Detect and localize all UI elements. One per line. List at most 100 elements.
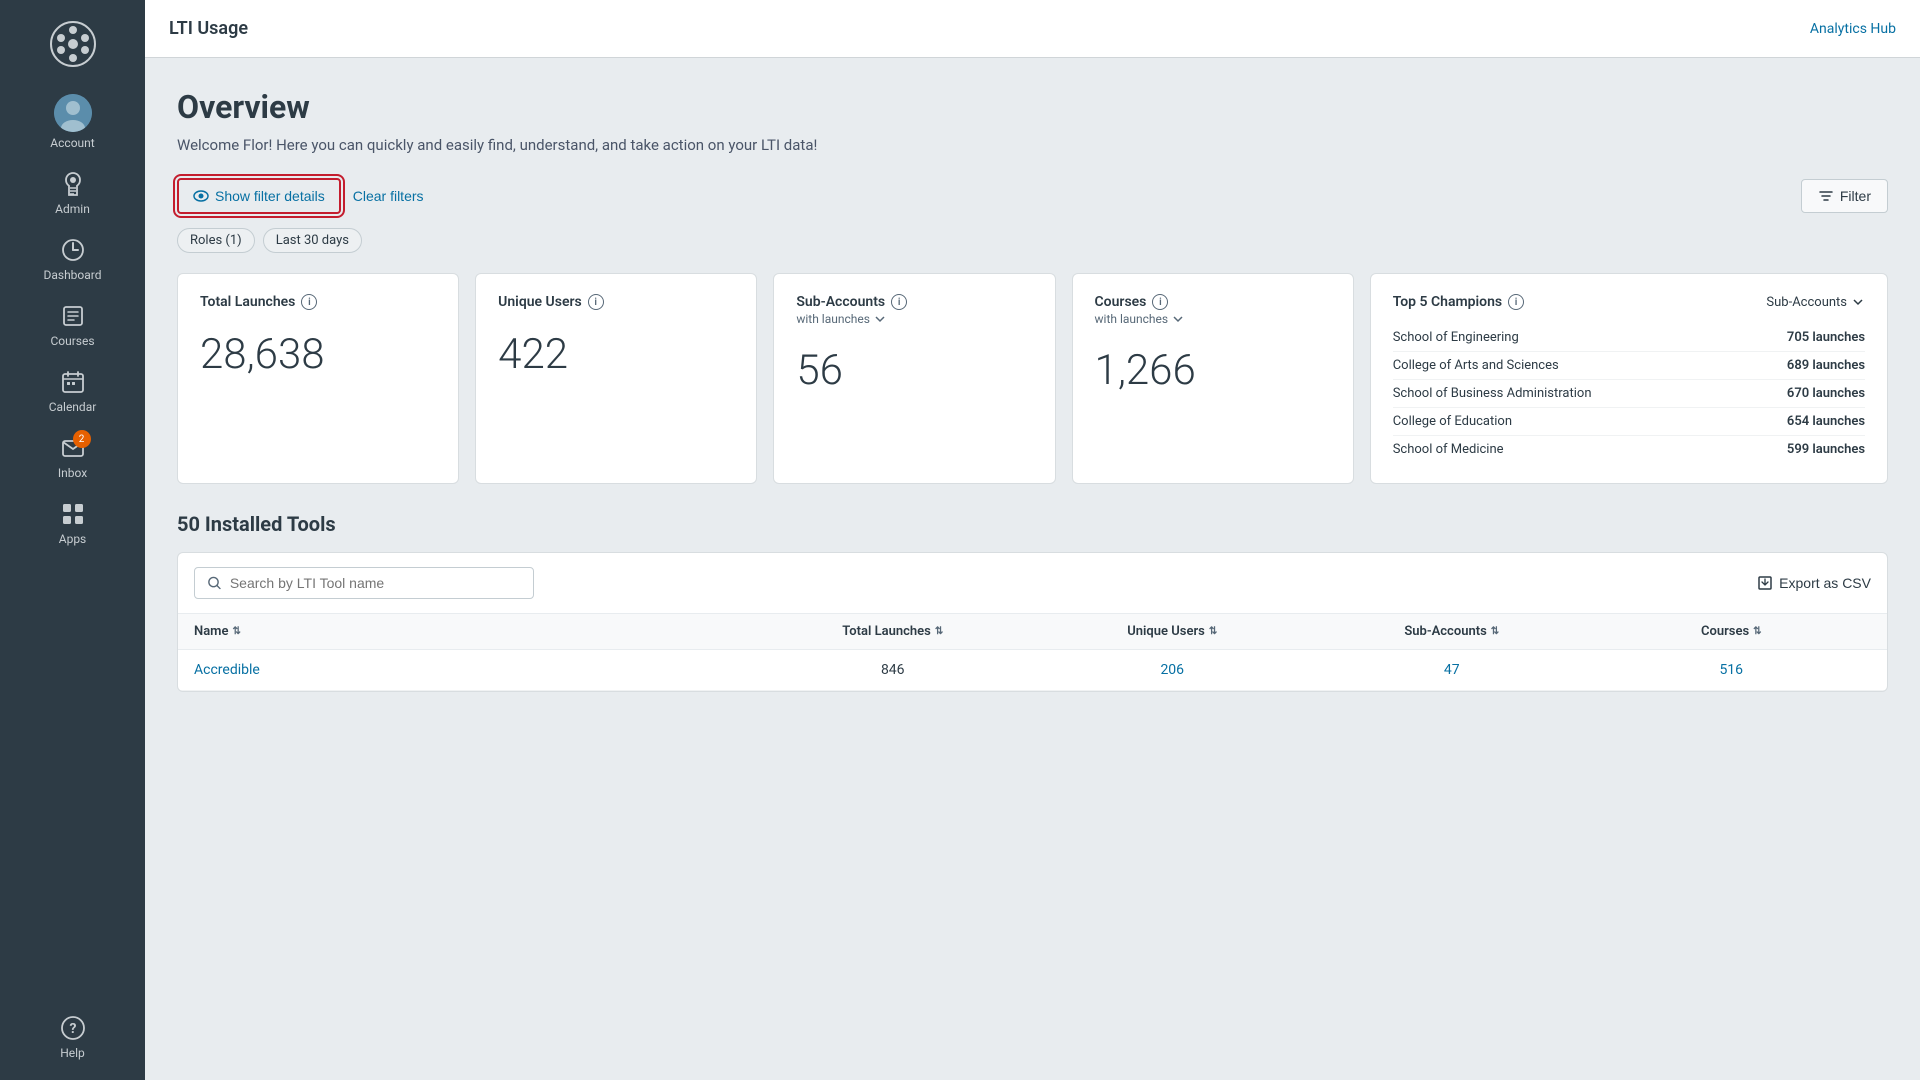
sidebar-item-apps[interactable]: Apps (0, 490, 145, 556)
sub-accounts-header: Sub-Accounts i with launches (796, 294, 1032, 326)
filter-tags: Roles (1) Last 30 days (177, 228, 1888, 253)
champion-launches-4: 599 launches (1787, 442, 1865, 457)
sidebar-item-admin[interactable]: Admin (0, 160, 145, 226)
clear-filters-button[interactable]: Clear filters (353, 188, 424, 204)
unique-users-header: Unique Users i (498, 294, 734, 310)
champions-card: Top 5 Champions i Sub-Accounts School of (1370, 273, 1888, 484)
search-input[interactable] (230, 575, 521, 591)
export-csv-button[interactable]: Export as CSV (1757, 575, 1871, 591)
champions-selector[interactable]: Sub-Accounts (1766, 295, 1865, 310)
total-launches-title: Total Launches i (200, 294, 317, 310)
row-total-launches-0: 846 (753, 662, 1033, 678)
courses-header: Courses i with launches (1095, 294, 1331, 326)
champion-name-4: School of Medicine (1393, 442, 1504, 457)
col-header-name[interactable]: Name ⇅ (194, 624, 753, 639)
sidebar-item-inbox[interactable]: 2 Inbox (0, 424, 145, 490)
show-filter-label: Show filter details (215, 188, 325, 204)
sidebar-logo[interactable] (0, 10, 145, 78)
sidebar-item-label: Help (60, 1046, 85, 1060)
filter-button[interactable]: Filter (1801, 179, 1888, 213)
sidebar-item-help[interactable]: ? Help (0, 1004, 145, 1070)
table-header: Name ⇅ Total Launches ⇅ Unique Users ⇅ S… (178, 614, 1887, 650)
svg-text:?: ? (69, 1021, 76, 1037)
sidebar-item-label: Dashboard (43, 268, 101, 282)
sidebar-item-calendar[interactable]: Calendar (0, 358, 145, 424)
courses-title: Courses i (1095, 294, 1185, 310)
sidebar-item-dashboard[interactable]: Dashboard (0, 226, 145, 292)
overview-subtitle: Welcome Flor! Here you can quickly and e… (177, 136, 1888, 154)
sub-accounts-info-icon[interactable]: i (891, 294, 907, 310)
champion-name-3: College of Education (1393, 414, 1512, 429)
row-sub-accounts-0[interactable]: 47 (1312, 662, 1592, 678)
table-row: Accredible 846 206 47 516 (178, 650, 1887, 691)
filter-icon (1818, 188, 1834, 204)
courses-subtitle: with launches (1095, 312, 1185, 326)
champions-info-icon[interactable]: i (1508, 294, 1524, 310)
champions-row-4: School of Medicine 599 launches (1393, 436, 1865, 463)
courses-chevron-down-icon (1172, 313, 1184, 325)
sidebar-item-label: Calendar (49, 400, 97, 414)
tools-section-title: 50 Installed Tools (177, 512, 1888, 536)
champion-launches-1: 689 launches (1787, 358, 1865, 373)
export-icon (1757, 575, 1773, 591)
stats-row: Total Launches i 28,638 Unique Users i (177, 273, 1888, 484)
champion-name-0: School of Engineering (1393, 330, 1519, 345)
courses-card: Courses i with launches 1,266 (1072, 273, 1354, 484)
filter-tag-days[interactable]: Last 30 days (263, 228, 362, 253)
champions-chevron-down-icon (1851, 295, 1865, 309)
filter-tag-roles[interactable]: Roles (1) (177, 228, 255, 253)
col-header-sub-accounts[interactable]: Sub-Accounts ⇅ (1312, 624, 1592, 639)
filter-left: Show filter details Clear filters (177, 178, 424, 214)
unique-users-info-icon[interactable]: i (588, 294, 604, 310)
champion-name-2: School of Business Administration (1393, 386, 1592, 401)
inbox-badge: 2 (73, 430, 91, 448)
total-launches-header: Total Launches i (200, 294, 436, 310)
sub-accounts-value: 56 (796, 346, 1032, 395)
content-area: Overview Welcome Flor! Here you can quic… (145, 58, 1920, 1080)
champion-launches-3: 654 launches (1787, 414, 1865, 429)
row-courses-0[interactable]: 516 (1592, 662, 1872, 678)
page-title: LTI Usage (169, 18, 248, 39)
sort-icon-courses: ⇅ (1753, 626, 1761, 637)
col-header-unique-users[interactable]: Unique Users ⇅ (1033, 624, 1313, 639)
champions-row-3: College of Education 654 launches (1393, 408, 1865, 436)
tools-toolbar: Export as CSV (178, 553, 1887, 614)
total-launches-card: Total Launches i 28,638 (177, 273, 459, 484)
unique-users-value: 422 (498, 330, 734, 379)
canvas-logo-icon (49, 20, 97, 68)
search-wrapper (194, 567, 534, 599)
sub-accounts-title: Sub-Accounts i (796, 294, 907, 310)
total-launches-value: 28,638 (200, 330, 436, 379)
unique-users-title: Unique Users i (498, 294, 604, 310)
main-content: LTI Usage Analytics Hub Overview Welcome… (145, 0, 1920, 1080)
champions-header: Top 5 Champions i Sub-Accounts (1393, 294, 1865, 310)
sort-icon-unique-users: ⇅ (1209, 626, 1217, 637)
row-unique-users-0[interactable]: 206 (1033, 662, 1313, 678)
total-launches-info-icon[interactable]: i (301, 294, 317, 310)
sidebar-item-courses[interactable]: Courses (0, 292, 145, 358)
calendar-icon (59, 368, 87, 396)
unique-users-card: Unique Users i 422 (475, 273, 757, 484)
courses-info-icon[interactable]: i (1152, 294, 1168, 310)
champion-name-1: College of Arts and Sciences (1393, 358, 1559, 373)
col-header-total-launches[interactable]: Total Launches ⇅ (753, 624, 1033, 639)
sub-accounts-card: Sub-Accounts i with launches 56 (773, 273, 1055, 484)
search-icon (207, 575, 222, 591)
sidebar-item-account[interactable]: Account (0, 84, 145, 160)
analytics-hub-link[interactable]: Analytics Hub (1810, 21, 1896, 37)
filter-button-label: Filter (1840, 188, 1871, 204)
topbar: LTI Usage Analytics Hub (145, 0, 1920, 58)
col-header-courses[interactable]: Courses ⇅ (1592, 624, 1872, 639)
sort-icon-total-launches: ⇅ (935, 626, 943, 637)
dashboard-icon (59, 236, 87, 264)
show-filter-button[interactable]: Show filter details (177, 178, 341, 214)
inbox-icon-wrapper: 2 (59, 434, 87, 462)
sidebar-item-label: Apps (59, 532, 87, 546)
courses-value: 1,266 (1095, 346, 1331, 395)
admin-icon (59, 170, 87, 198)
champion-launches-0: 705 launches (1787, 330, 1865, 345)
row-name-0[interactable]: Accredible (194, 662, 753, 678)
export-csv-label: Export as CSV (1779, 575, 1871, 591)
champions-row-1: College of Arts and Sciences 689 launche… (1393, 352, 1865, 380)
tools-container: Export as CSV Name ⇅ Total Launches ⇅ Un… (177, 552, 1888, 692)
